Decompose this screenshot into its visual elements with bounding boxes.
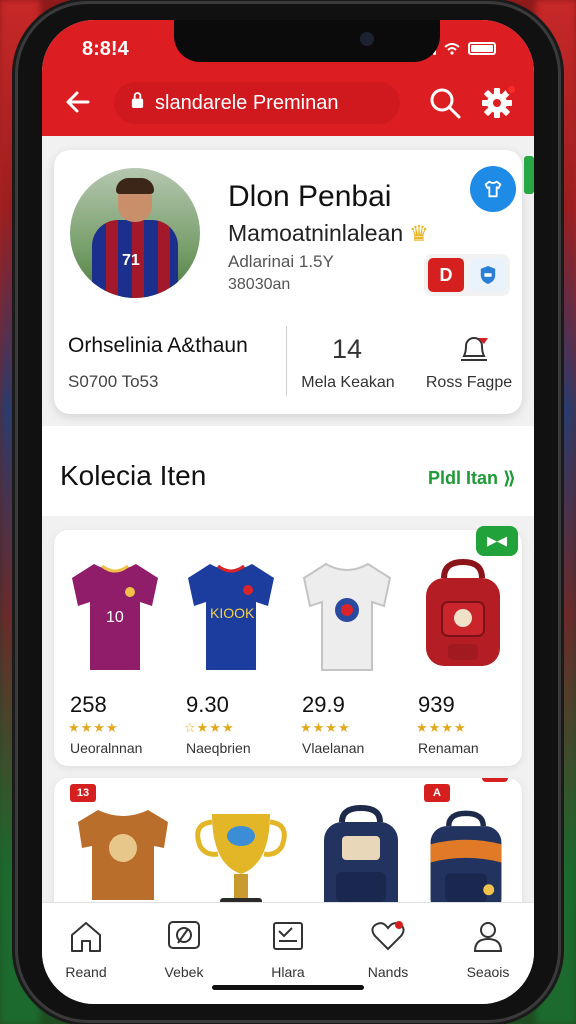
user-icon (473, 922, 503, 952)
section-title: Kolecia Iten (60, 460, 207, 491)
camera-icon (360, 32, 374, 46)
arrow-left-icon (66, 91, 90, 113)
status-time: 8:8!4 (82, 38, 129, 60)
item-rating: ★★★★ (300, 720, 351, 735)
svg-text:10: 10 (106, 609, 124, 626)
item-price: 9.30 (186, 692, 229, 717)
bell-icon[interactable] (458, 334, 490, 364)
blue-jersey-icon: KIOOK (188, 564, 274, 670)
profile-meta-2: 38030an (228, 276, 291, 293)
phone-frame: 8:8!4 slandarele Preminan 71 Dlon Penbai… (18, 4, 558, 1020)
address-text: slandarele Preminan (155, 91, 339, 114)
item-price: 29.9 (302, 692, 345, 717)
collection-item-1[interactable]: 10 258 ★★★★ Ueoralnnan (58, 542, 172, 762)
edit-profile-button[interactable] (470, 166, 516, 212)
stat-left-value: S0700 To53 (68, 372, 159, 391)
collection-item-2[interactable]: KIOOK 9.30 ☆★★★ Naeqbrien (174, 542, 288, 762)
avatar[interactable]: 71 (70, 168, 200, 298)
red-badge[interactable]: D (428, 258, 464, 292)
item-rating: ☆★★★ (184, 720, 235, 735)
profile-subtitle-text: Mamoatninlalean (228, 220, 404, 246)
item-rating: ★★★★ (68, 720, 119, 735)
address-bar[interactable]: slandarele Preminan (114, 82, 400, 124)
nav-chat-label: Vebek (164, 964, 204, 980)
search-button[interactable] (428, 86, 462, 120)
stat-divider (286, 326, 287, 396)
main-content: 71 Dlon Penbai Mamoatninlalean ♛ Adlarin… (42, 136, 534, 978)
lock-icon (130, 92, 145, 114)
item-tag: 13 (70, 784, 96, 802)
svg-text:KIOOK: KIOOK (210, 605, 255, 621)
nav-list-label: Hlara (271, 964, 305, 980)
profile-subtitle: Mamoatninlalean ♛ (228, 220, 429, 247)
search-icon (430, 88, 461, 119)
white-jersey-icon (302, 562, 392, 671)
collection-grid: ▶◀ 10 258 ★★★★ Ueoralnnan KIOOK 9.30 ☆★★… (54, 526, 522, 766)
battery-icon (468, 42, 496, 55)
collection-item-3[interactable]: 29.9 ★★★★ Vlaelanan (290, 542, 404, 762)
nav-row: slandarele Preminan (42, 78, 534, 128)
profile-name: Dlon Penbai (228, 180, 392, 213)
back-button[interactable] (62, 86, 94, 118)
home-icon (71, 922, 101, 952)
crown-icon: ♛ (409, 220, 429, 246)
item-caption: Naeqbrien (186, 740, 251, 756)
collection-header: Kolecia Iten Pldl Itan ⟫ (42, 426, 534, 516)
purple-jersey-icon: 10 (72, 564, 158, 670)
shield-badge[interactable] (470, 258, 506, 292)
nav-favorites-label: Nands (367, 964, 409, 980)
notch (174, 20, 440, 62)
stat-left-title: Orhselinia A&thaun (68, 334, 248, 357)
item-price: 258 (70, 692, 107, 717)
nav-profile-label: Seaois (466, 964, 510, 980)
stat-mid-value: 14 (331, 334, 363, 364)
chat-icon (168, 921, 200, 949)
notification-dot (506, 84, 517, 95)
shirt-icon (484, 180, 502, 198)
nav-profile[interactable]: Seaois (448, 919, 528, 980)
nav-home-label: Reand (65, 964, 107, 980)
app-screen: 8:8!4 slandarele Preminan 71 Dlon Penbai… (42, 20, 534, 1004)
settings-button[interactable] (480, 84, 517, 120)
red-corner-tag (482, 778, 508, 782)
item-caption: Vlaelanan (302, 740, 365, 756)
stat-mid-label: Mela Keakan (301, 374, 395, 391)
stat-right-label: Ross Fagpe (425, 374, 513, 391)
nav-list[interactable]: Hlara (248, 919, 328, 980)
bottom-nav: Reand Vebek Hlara Nands Seaois (42, 902, 534, 1004)
wifi-icon (444, 42, 460, 55)
shield-icon (480, 266, 496, 284)
list-icon (273, 922, 303, 950)
view-all-link[interactable]: Pldl Itan ⟫ (428, 468, 516, 489)
profile-card: 71 Dlon Penbai Mamoatninlalean ♛ Adlarin… (54, 150, 534, 414)
green-flag (524, 156, 534, 194)
home-indicator[interactable] (212, 985, 364, 990)
red-backpack-icon (426, 558, 500, 666)
item-caption: Ueoralnnan (70, 740, 143, 756)
nav-favorites[interactable]: Nands (348, 919, 428, 980)
item-rating: ★★★★ (416, 720, 467, 735)
item-caption: Renaman (418, 740, 479, 756)
item-tag: A (424, 784, 450, 802)
nav-chat[interactable]: Vebek (144, 919, 224, 980)
profile-meta-1: Adlarinai 1.5Y (228, 252, 334, 271)
item-price: 939 (418, 692, 455, 717)
badge-group: D (424, 254, 510, 296)
collection-item-4[interactable]: 939 ★★★★ Renaman (406, 542, 520, 762)
heart-icon (371, 921, 405, 951)
nav-home[interactable]: Reand (46, 919, 126, 980)
